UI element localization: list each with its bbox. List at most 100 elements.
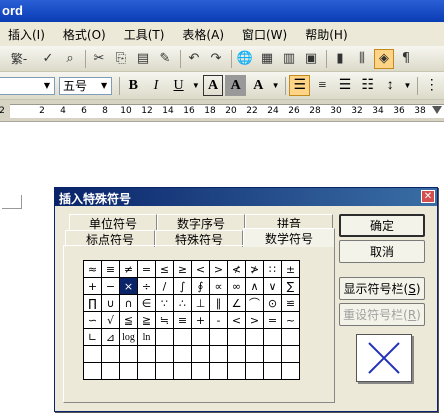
symbol-cell[interactable]	[227, 345, 246, 363]
symbol-cell[interactable]: >	[245, 311, 264, 329]
symbol-cell[interactable]	[83, 345, 102, 363]
symbol-cell[interactable]: ≤	[155, 260, 174, 278]
symbol-cell[interactable]	[209, 328, 228, 346]
hyperlink-icon[interactable]: 🌐	[235, 49, 255, 69]
paste-icon[interactable]: ▤	[133, 49, 153, 69]
symbol-cell[interactable]: ∨	[263, 277, 282, 295]
symbol-cell[interactable]: ≧	[137, 311, 156, 329]
symbol-cell[interactable]: ÷	[137, 277, 156, 295]
undo-icon[interactable]: ↶	[184, 49, 204, 69]
spell-check-icon[interactable]: ✓	[38, 49, 58, 69]
symbol-cell[interactable]	[101, 345, 120, 363]
symbol-cell[interactable]: -	[209, 311, 228, 329]
symbol-cell[interactable]: ≮	[227, 260, 246, 278]
chevron-down-icon[interactable]: ▼	[403, 75, 413, 96]
menu-format[interactable]: 格式(O)	[57, 24, 112, 45]
symbol-cell[interactable]	[101, 362, 120, 380]
symbol-cell[interactable]: ≌	[281, 294, 300, 312]
right-indent-marker[interactable]	[432, 106, 442, 114]
menu-tools[interactable]: 工具(T)	[118, 24, 171, 45]
tab-math-symbols[interactable]: 数学符号	[243, 228, 335, 247]
symbol-cell[interactable]: ≠	[119, 260, 138, 278]
symbol-cell[interactable]	[173, 345, 192, 363]
horizontal-ruler[interactable]: 2 2 4 6 8 10 12 14 16 18 20 22 24 26 28 …	[0, 100, 444, 122]
menu-help[interactable]: 帮助(H)	[299, 24, 353, 45]
ok-button[interactable]: 确定	[339, 214, 425, 237]
symbol-cell[interactable]: ln	[137, 328, 156, 346]
symbol-cell[interactable]: ∠	[227, 294, 246, 312]
insert-excel-icon[interactable]: ▣	[301, 49, 321, 69]
symbol-cell[interactable]	[119, 362, 138, 380]
symbol-cell[interactable]: ∮	[191, 277, 210, 295]
symbol-cell[interactable]	[263, 362, 282, 380]
cancel-button[interactable]: 取消	[339, 240, 425, 263]
symbol-cell[interactable]	[227, 362, 246, 380]
symbol-cell[interactable]: log	[119, 328, 138, 346]
symbol-cell[interactable]: ∝	[209, 277, 228, 295]
align-center-icon[interactable]: ≡	[312, 75, 333, 96]
symbol-cell[interactable]: ≒	[155, 311, 174, 329]
char-shading-button[interactable]: A	[225, 75, 246, 96]
symbol-cell[interactable]: ≦	[119, 311, 138, 329]
symbol-cell[interactable]: ≡	[101, 260, 120, 278]
tables-borders-icon[interactable]: ▦	[257, 49, 277, 69]
symbol-cell[interactable]: ∟	[83, 328, 102, 346]
symbol-cell[interactable]	[119, 345, 138, 363]
redo-icon[interactable]: ↷	[206, 49, 226, 69]
format-painter-icon[interactable]: ✎	[155, 49, 175, 69]
chevron-down-icon[interactable]: ▼	[271, 75, 281, 96]
traditional-chinese-button[interactable]: 繁-	[2, 49, 36, 69]
symbol-cell[interactable]	[191, 328, 210, 346]
symbol-cell[interactable]	[137, 362, 156, 380]
symbol-cell[interactable]: =	[263, 311, 282, 329]
align-right-icon[interactable]: ☰	[335, 75, 356, 96]
symbol-cell[interactable]	[281, 345, 300, 363]
symbol-cell[interactable]: ∏	[83, 294, 102, 312]
symbol-cell[interactable]	[209, 345, 228, 363]
justify-icon[interactable]: ☷	[357, 75, 378, 96]
symbol-cell[interactable]: ∈	[137, 294, 156, 312]
columns-icon[interactable]: ▮	[330, 49, 350, 69]
symbol-cell[interactable]: +	[191, 311, 210, 329]
symbol-cell[interactable]	[155, 362, 174, 380]
insert-table-icon[interactable]: ▥	[279, 49, 299, 69]
font-color-button[interactable]: A	[202, 75, 224, 96]
symbol-cell[interactable]: ∥	[209, 294, 228, 312]
symbol-cell[interactable]	[155, 328, 174, 346]
underline-button[interactable]: U	[168, 75, 189, 96]
close-icon[interactable]: ✕	[421, 190, 435, 203]
symbol-cell[interactable]: ≈	[83, 260, 102, 278]
line-spacing-icon[interactable]: ↕	[380, 75, 401, 96]
symbol-cell[interactable]: ∩	[119, 294, 138, 312]
symbol-cell[interactable]: +	[83, 277, 102, 295]
document-map-icon[interactable]: ◈	[374, 48, 394, 69]
symbol-cell[interactable]: −	[101, 277, 120, 295]
symbol-cell[interactable]	[245, 345, 264, 363]
symbol-cell[interactable]: ∽	[83, 311, 102, 329]
symbol-cell[interactable]: ±	[281, 260, 300, 278]
symbol-cell[interactable]: ∫	[173, 277, 192, 295]
symbol-cell[interactable]	[155, 345, 174, 363]
italic-button[interactable]: I	[146, 75, 167, 96]
copy-icon[interactable]: ⎘	[111, 49, 131, 69]
symbol-cell[interactable]	[173, 362, 192, 380]
align-left-icon[interactable]: ☰	[289, 75, 311, 96]
symbol-cell[interactable]: ∞	[227, 277, 246, 295]
symbol-cell[interactable]: ≥	[173, 260, 192, 278]
symbol-cell[interactable]: ×	[119, 277, 138, 295]
symbol-cell[interactable]: ⌒	[245, 294, 264, 312]
research-icon[interactable]: ⌕	[60, 49, 80, 69]
menu-table[interactable]: 表格(A)	[176, 24, 230, 45]
symbol-cell[interactable]	[281, 328, 300, 346]
symbol-cell[interactable]: ∧	[245, 277, 264, 295]
tab-unit-symbols[interactable]: 单位符号	[69, 214, 157, 231]
tab-number-sequences[interactable]: 数字序号	[157, 214, 245, 231]
symbol-cell[interactable]	[227, 328, 246, 346]
symbol-cell[interactable]: ∪	[101, 294, 120, 312]
menu-window[interactable]: 窗口(W)	[236, 24, 293, 45]
symbol-cell[interactable]: ⊥	[191, 294, 210, 312]
symbol-cell[interactable]: >	[209, 260, 228, 278]
symbol-cell[interactable]	[263, 345, 282, 363]
symbol-cell[interactable]: =	[137, 260, 156, 278]
symbol-cell[interactable]: <	[227, 311, 246, 329]
